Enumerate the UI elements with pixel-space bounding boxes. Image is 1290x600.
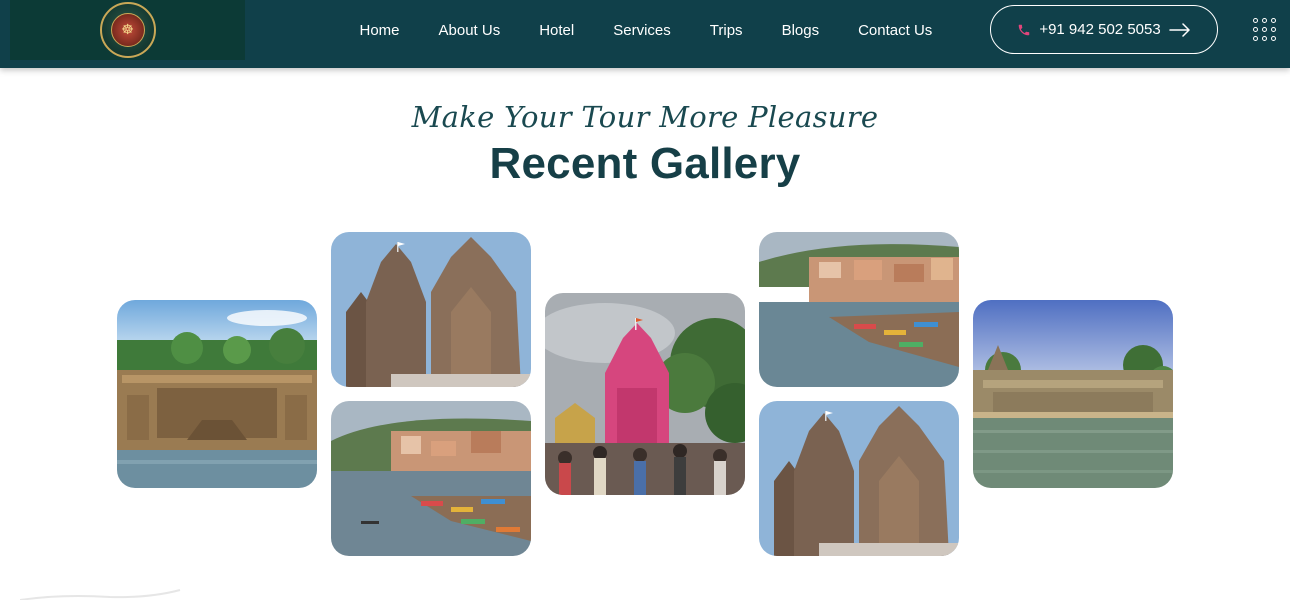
footer-decoration [20,589,181,600]
temple-emblem-logo-icon: ☸ [99,2,156,58]
stone-temples-photo[interactable] [331,232,531,387]
pink-temple-crowd-photo[interactable] [545,293,745,495]
section-title: Recent Gallery [489,139,801,188]
nav-link-services[interactable]: Services [594,22,691,39]
grid-menu-icon[interactable] [1253,18,1277,42]
nav-link-home[interactable]: Home [340,22,419,39]
nav-link-trips[interactable]: Trips [690,22,762,39]
river-ghats-town-photo[interactable] [759,232,959,387]
stone-temples-photo-2[interactable] [759,401,959,556]
nav-link-blogs[interactable]: Blogs [762,22,839,39]
nav-link-hotel[interactable]: Hotel [520,22,594,39]
phone-icon [1019,24,1030,35]
river-ghats-boats-photo[interactable] [331,401,531,556]
navbar: ☸ Home About Us Hotel Services Trips Blo… [0,0,1290,68]
section-subtitle: Make Your Tour More Pleasure [411,100,879,134]
nav-menu: Home About Us Hotel Services Trips Blogs… [340,0,952,60]
phone-number: +91 942 502 5053 [1039,21,1161,38]
fort-riverfront-photo[interactable] [117,300,317,488]
logo[interactable]: ☸ [10,0,245,60]
temple-riverbank-photo[interactable] [973,300,1173,488]
phone-button[interactable]: +91 942 502 5053 [990,5,1218,54]
arrow-right-icon [1168,22,1190,37]
nav-link-contact-us[interactable]: Contact Us [839,22,952,39]
nav-link-about-us[interactable]: About Us [419,22,520,39]
